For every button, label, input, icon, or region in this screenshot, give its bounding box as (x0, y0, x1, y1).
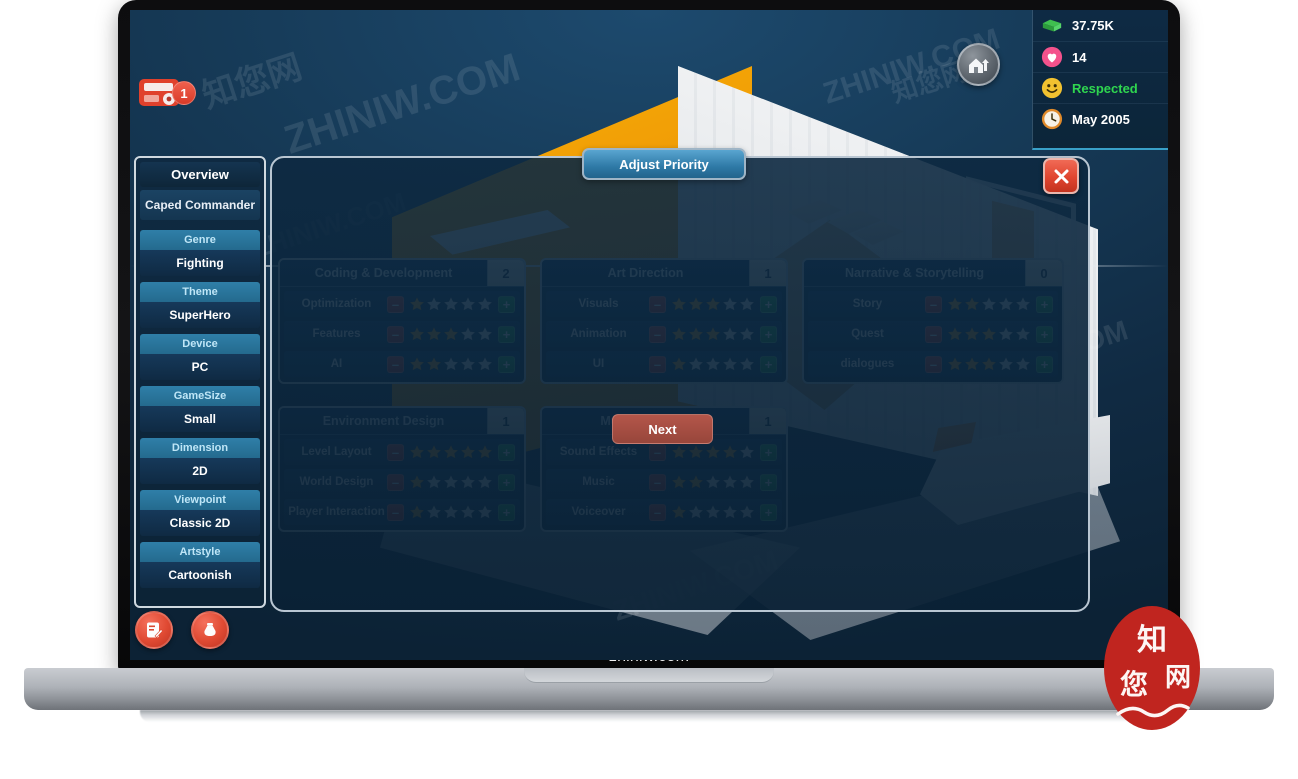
mail-badge: 1 (172, 81, 196, 105)
sidebar-group-value: Small (140, 406, 260, 432)
hud-row-date: May 2005 (1033, 103, 1168, 134)
sidebar-group-value: Classic 2D (140, 510, 260, 536)
sidebar-group-value: Fighting (140, 250, 260, 276)
money-bag-icon (204, 623, 216, 636)
sidebar-group-value: 2D (140, 458, 260, 484)
adjust-priority-modal (270, 156, 1090, 612)
home-upgrade-button[interactable] (957, 43, 1000, 86)
sidebar-group-value: PC (140, 354, 260, 380)
svg-text:网: 网 (1165, 663, 1191, 693)
notes-button[interactable] (135, 611, 173, 649)
sidebar-title: Overview (140, 162, 260, 187)
clock-icon (1041, 108, 1063, 130)
laptop-notch (524, 668, 774, 683)
sidebar-group-head: Dimension (140, 438, 260, 458)
sidebar-group-head: GameSize (140, 386, 260, 406)
home-icon (968, 58, 989, 73)
money-icon (1042, 19, 1062, 31)
sidebar-group-value: Cartoonish (140, 562, 260, 588)
hud-reputation-value: Respected (1072, 80, 1138, 96)
close-button[interactable] (1043, 158, 1079, 194)
hud-money-value: 37.75K (1072, 18, 1114, 33)
hud-row-reputation: Respected (1033, 72, 1168, 103)
hud-row-hearts: 14 (1033, 41, 1168, 72)
status-hud: 37.75K 14 Respected May 2005 (1032, 10, 1168, 150)
sidebar-group-value: SuperHero (140, 302, 260, 328)
screenshot-root: zhiniw.com 知您网 ZHINIW.COM 知您网 ZHI (0, 0, 1298, 779)
hud-hearts-value: 14 (1072, 49, 1087, 65)
notepad-icon (147, 622, 164, 638)
sidebar-project-name: Caped Commander (140, 190, 260, 220)
sidebar-group-head: Theme (140, 282, 260, 302)
svg-text:知: 知 (1137, 623, 1167, 658)
sidebar-item-viewpoint[interactable]: Viewpoint Classic 2D (140, 490, 260, 536)
smiley-icon (1041, 77, 1063, 99)
heart-icon (1041, 46, 1063, 68)
sidebar-item-device[interactable]: Device PC (140, 334, 260, 380)
sidebar-item-artstyle[interactable]: Artstyle Cartoonish (140, 542, 260, 588)
mail-button[interactable]: 1 (138, 75, 196, 117)
hud-date-value: May 2005 (1072, 111, 1130, 127)
sidebar-item-theme[interactable]: Theme SuperHero (140, 282, 260, 328)
svg-text:您: 您 (1120, 668, 1148, 701)
sidebar-group-head: Viewpoint (140, 490, 260, 510)
sidebar-item-dimension[interactable]: Dimension 2D (140, 438, 260, 484)
laptop-foot (140, 710, 1158, 722)
laptop-base (24, 668, 1274, 710)
next-button[interactable]: Next (612, 414, 713, 444)
finance-button[interactable] (191, 611, 229, 649)
sidebar-group-head: Genre (140, 230, 260, 250)
sidebar-item-gamesize[interactable]: GameSize Small (140, 386, 260, 432)
sidebar-item-genre[interactable]: Genre Fighting (140, 230, 260, 276)
overview-sidebar: Overview Caped Commander Genre Fighting … (134, 156, 266, 608)
game-screen: 知您网 ZHINIW.COM 知您网 ZHINIW.COM 知您网 ZHINIW… (130, 10, 1168, 660)
sidebar-group-head: Device (140, 334, 260, 354)
close-icon (1054, 169, 1068, 183)
hud-row-money: 37.75K (1033, 10, 1168, 41)
adjust-priority-header-button[interactable]: Adjust Priority (582, 148, 746, 180)
sidebar-group-head: Artstyle (140, 542, 260, 562)
seal-watermark: 知 您 网 (1104, 606, 1200, 730)
